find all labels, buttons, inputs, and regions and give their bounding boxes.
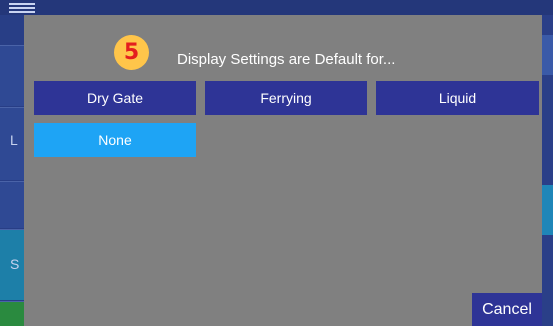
app-tile — [542, 185, 553, 235]
option-liquid-button[interactable]: Liquid — [376, 81, 539, 115]
app-left-panel: L S — [0, 15, 24, 326]
app-tile-letter: S — [10, 256, 20, 272]
screen: L S 5 Display Settings are Default for..… — [0, 0, 553, 326]
app-top-bar — [0, 0, 553, 15]
app-tile-letter: L — [10, 132, 18, 148]
app-tile — [542, 35, 553, 75]
app-tile — [0, 181, 24, 228]
app-right-panel — [542, 15, 553, 326]
app-tile: L — [0, 107, 24, 180]
option-ferrying-button[interactable]: Ferrying — [205, 81, 367, 115]
app-tile — [0, 45, 24, 106]
cancel-button[interactable]: Cancel — [472, 293, 542, 326]
dialog-title: Display Settings are Default for... — [177, 51, 396, 68]
option-none-button[interactable]: None — [34, 123, 196, 157]
step-number-badge: 5 — [114, 35, 149, 70]
display-settings-dialog: 5 Display Settings are Default for... Dr… — [24, 15, 542, 326]
app-tile: S — [0, 229, 24, 300]
option-dry-gate-button[interactable]: Dry Gate — [34, 81, 196, 115]
menu-icon[interactable] — [9, 3, 35, 13]
app-tile — [0, 301, 24, 326]
